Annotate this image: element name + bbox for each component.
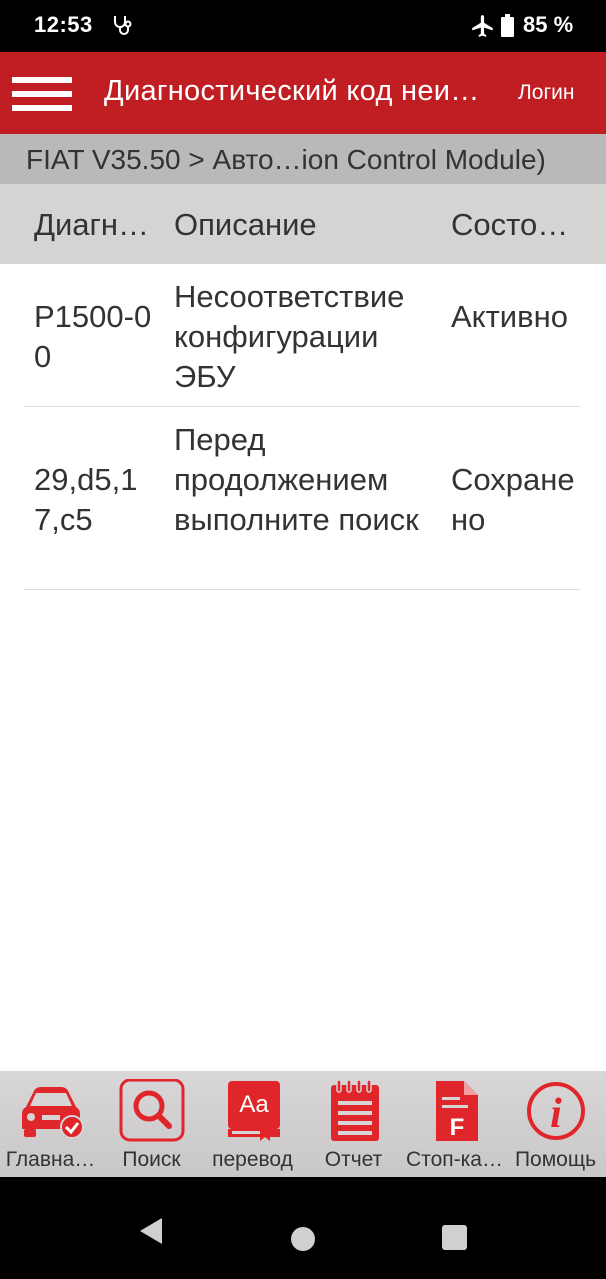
system-navigation-bar — [0, 1177, 606, 1279]
svg-text:Aa: Aa — [239, 1091, 269, 1118]
report-notebook-icon — [331, 1079, 379, 1141]
column-header-description[interactable]: Описание — [174, 207, 434, 243]
toolbar-label: перевод — [212, 1148, 293, 1171]
table-row[interactable]: P1500-00 Несоответствие конфигурации ЭБУ… — [24, 264, 580, 407]
status-bar: 12:53 85 % — [0, 0, 606, 52]
airplane-mode-icon — [472, 15, 493, 37]
home-icon[interactable] — [290, 1226, 316, 1252]
stethoscope-icon — [114, 16, 132, 35]
dtc-state: Сохранено — [451, 462, 575, 537]
dtc-code: 29,d5,17,c5 — [34, 462, 138, 537]
status-time: 12:53 — [34, 12, 93, 37]
toolbar-search-button[interactable]: Поиск — [101, 1071, 202, 1177]
svg-text:i: i — [550, 1091, 562, 1137]
toolbar-label: Поиск — [122, 1148, 181, 1171]
page-title: Диагностический код неи… — [104, 75, 480, 107]
column-header-state[interactable]: Состо… — [451, 207, 573, 243]
toolbar-label: Помощь — [514, 1148, 597, 1171]
toolbar-label: Главна… — [5, 1148, 96, 1171]
breadcrumb: FIAT V35.50 > Авто…ion Control Module) — [0, 134, 606, 184]
toolbar-label: Отчет — [324, 1148, 383, 1171]
battery-percent: 85 % — [523, 12, 574, 37]
toolbar-help-button[interactable]: i Помощь — [505, 1071, 606, 1177]
recent-apps-icon[interactable] — [442, 1225, 467, 1250]
svg-text:F: F — [450, 1114, 465, 1141]
app-bar: Диагностический код неи… Логин — [0, 52, 606, 134]
bottom-toolbar: Главна… Поиск Aa перевод Отчет F Стоп-ка… — [0, 1071, 606, 1177]
search-icon — [119, 1079, 185, 1142]
dtc-description: Перед продолжением выполните поиск — [174, 422, 419, 537]
info-icon: i — [527, 1082, 585, 1140]
battery-icon — [501, 14, 514, 37]
translate-book-icon: Aa — [228, 1081, 280, 1141]
hamburger-menu-icon[interactable] — [12, 74, 72, 114]
toolbar-translate-button[interactable]: Aa перевод — [202, 1071, 303, 1177]
toolbar-freeze-frame-button[interactable]: F Стоп-ка… — [404, 1071, 505, 1177]
login-button[interactable]: Логин — [518, 81, 574, 105]
back-icon[interactable] — [138, 1216, 164, 1246]
freeze-frame-document-icon: F — [436, 1081, 478, 1141]
toolbar-home-button[interactable]: Главна… — [0, 1071, 101, 1177]
dtc-description: Несоответствие конфигурации ЭБУ — [174, 279, 405, 394]
table-header: Диагн… Описание Состо… — [0, 184, 606, 264]
toolbar-report-button[interactable]: Отчет — [303, 1071, 404, 1177]
dtc-code: P1500-00 — [34, 299, 152, 374]
dtc-state: Активно — [451, 299, 568, 334]
dtc-table: Диагн… Описание Состо… P1500-00 Несоотве… — [0, 184, 606, 1071]
toolbar-label: Стоп-ка… — [406, 1148, 503, 1171]
table-row[interactable]: 29,d5,17,c5 Перед продолжением выполните… — [24, 407, 580, 590]
column-header-code[interactable]: Диагн… — [34, 207, 158, 243]
car-check-icon — [22, 1087, 84, 1139]
